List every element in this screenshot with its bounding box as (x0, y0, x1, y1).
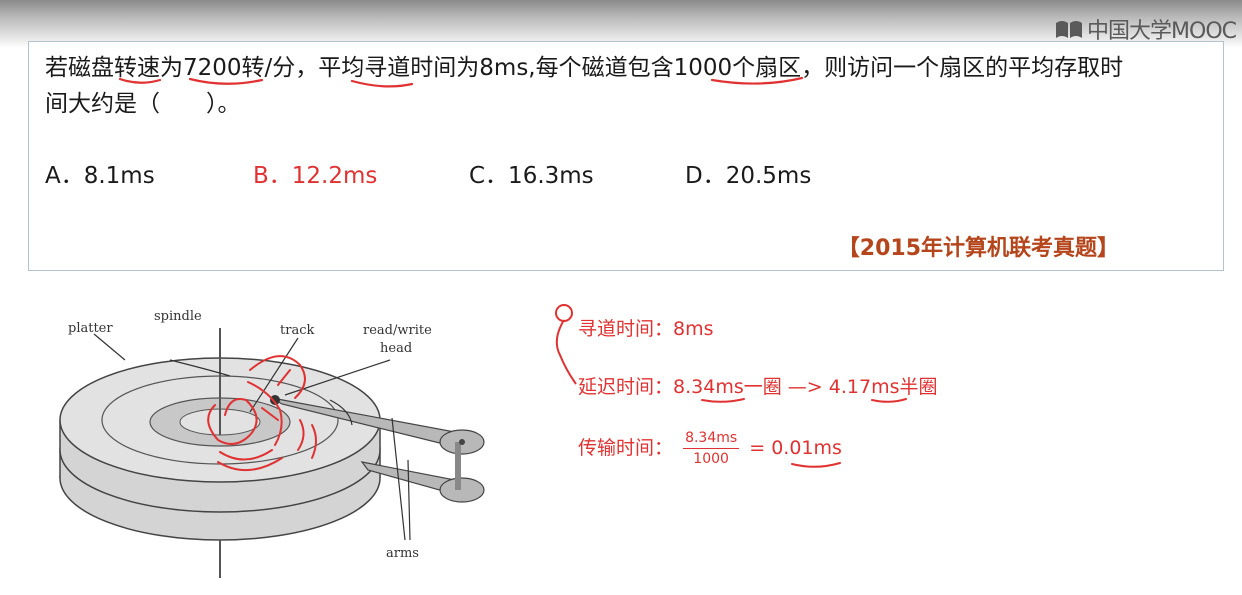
label-spindle: spindle (154, 309, 202, 324)
disk-diagram: platter spindle track read/write head ar… (59, 309, 485, 578)
label-platter: platter (68, 321, 113, 336)
underline-sectors (710, 76, 804, 85)
underline-seek (350, 79, 414, 88)
label-arms: arms (386, 546, 419, 561)
label-head-line2: head (380, 341, 412, 356)
label-head-line1: read/write (363, 323, 432, 338)
label-track: track (280, 323, 314, 338)
underline-speed (118, 77, 162, 84)
underline-rpm (188, 77, 264, 85)
notes-underlines (701, 398, 907, 468)
